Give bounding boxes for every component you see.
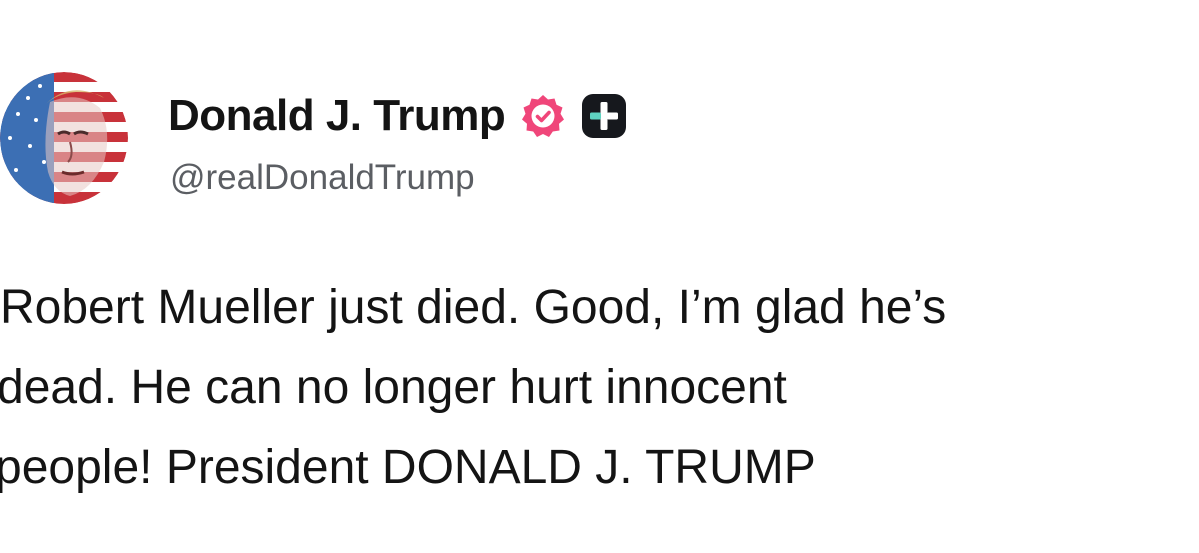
post-text-line: Robert Mueller just died. Good, I’m glad… xyxy=(0,281,947,334)
plus-badge-icon xyxy=(581,93,627,139)
verified-badge-icon xyxy=(519,92,567,140)
post-card: Donald J. Trump @realDonaldTrump Robert … xyxy=(0,0,1199,553)
post-text: Robert Mueller just died. Good, I’m glad… xyxy=(0,268,1199,508)
avatar[interactable] xyxy=(0,72,128,204)
display-name-row: Donald J. Trump xyxy=(168,86,627,146)
post-text-line: dead. He can no longer hurt innocent xyxy=(0,361,787,414)
user-handle[interactable]: @realDonaldTrump xyxy=(170,158,475,198)
display-name[interactable]: Donald J. Trump xyxy=(168,91,506,141)
avatar-flag-portrait-image xyxy=(0,72,128,204)
post-text-line: people! President DONALD J. TRUMP xyxy=(0,441,816,494)
